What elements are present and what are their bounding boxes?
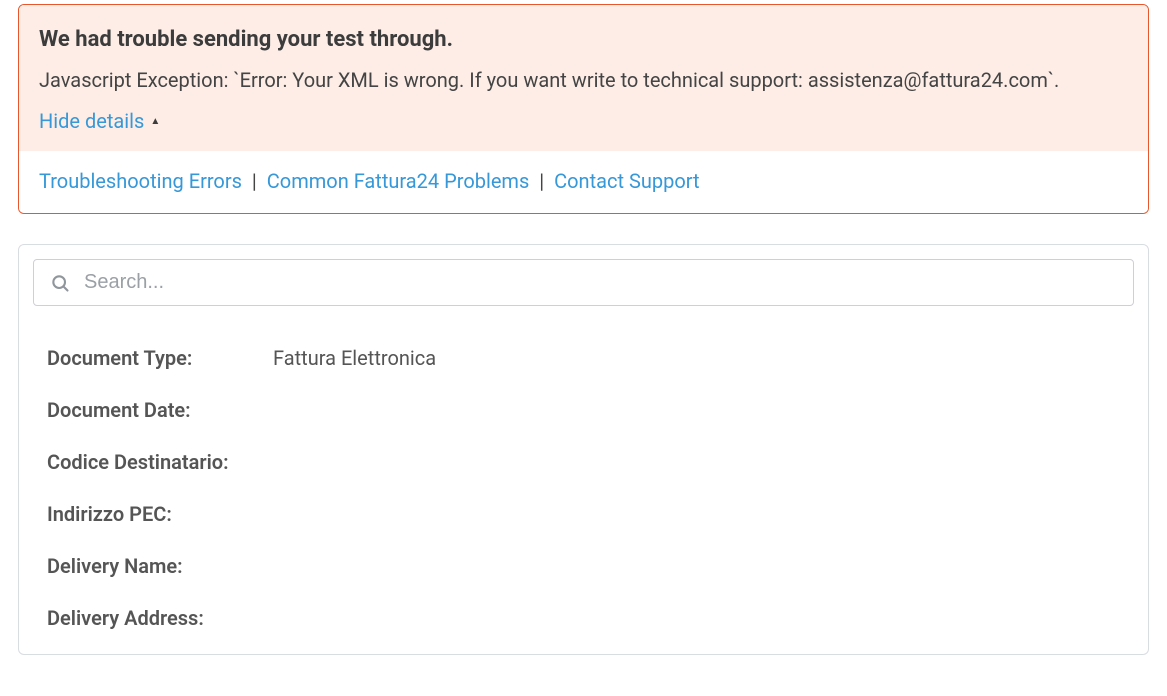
field-label: Delivery Address: xyxy=(47,606,267,630)
field-delivery-name: Delivery Name: xyxy=(33,540,1134,592)
error-message: Javascript Exception: `Error: Your XML i… xyxy=(39,66,1128,95)
link-separator: | xyxy=(252,169,257,193)
field-label: Indirizzo PEC: xyxy=(47,502,267,526)
common-problems-link[interactable]: Common Fattura24 Problems xyxy=(267,169,530,193)
field-label: Document Type: xyxy=(47,346,267,370)
hide-details-toggle[interactable]: Hide details ▲ xyxy=(39,109,160,133)
field-codice-destinatario: Codice Destinatario: xyxy=(33,436,1134,488)
search-input[interactable] xyxy=(84,271,1117,294)
triangle-up-icon: ▲ xyxy=(150,116,160,127)
contact-support-link[interactable]: Contact Support xyxy=(554,169,699,193)
error-alert-body: We had trouble sending your test through… xyxy=(19,5,1148,151)
field-document-type: Document Type: Fattura Elettronica xyxy=(33,332,1134,384)
error-alert: We had trouble sending your test through… xyxy=(18,4,1149,214)
link-separator: | xyxy=(539,169,544,193)
troubleshooting-link[interactable]: Troubleshooting Errors xyxy=(39,169,242,193)
error-title: We had trouble sending your test through… xyxy=(39,27,1128,52)
field-document-date: Document Date: xyxy=(33,384,1134,436)
field-label: Codice Destinatario: xyxy=(47,450,267,474)
search-field[interactable] xyxy=(33,259,1134,306)
field-indirizzo-pec: Indirizzo PEC: xyxy=(33,488,1134,540)
search-icon xyxy=(50,273,70,293)
hide-details-label: Hide details xyxy=(39,109,144,133)
field-delivery-address: Delivery Address: xyxy=(33,592,1134,644)
field-value: Fattura Elettronica xyxy=(273,346,436,370)
field-label: Delivery Name: xyxy=(47,554,267,578)
field-label: Document Date: xyxy=(47,398,267,422)
error-help-links: Troubleshooting Errors | Common Fattura2… xyxy=(19,151,1148,213)
content-card: Document Type: Fattura Elettronica Docum… xyxy=(18,244,1149,655)
